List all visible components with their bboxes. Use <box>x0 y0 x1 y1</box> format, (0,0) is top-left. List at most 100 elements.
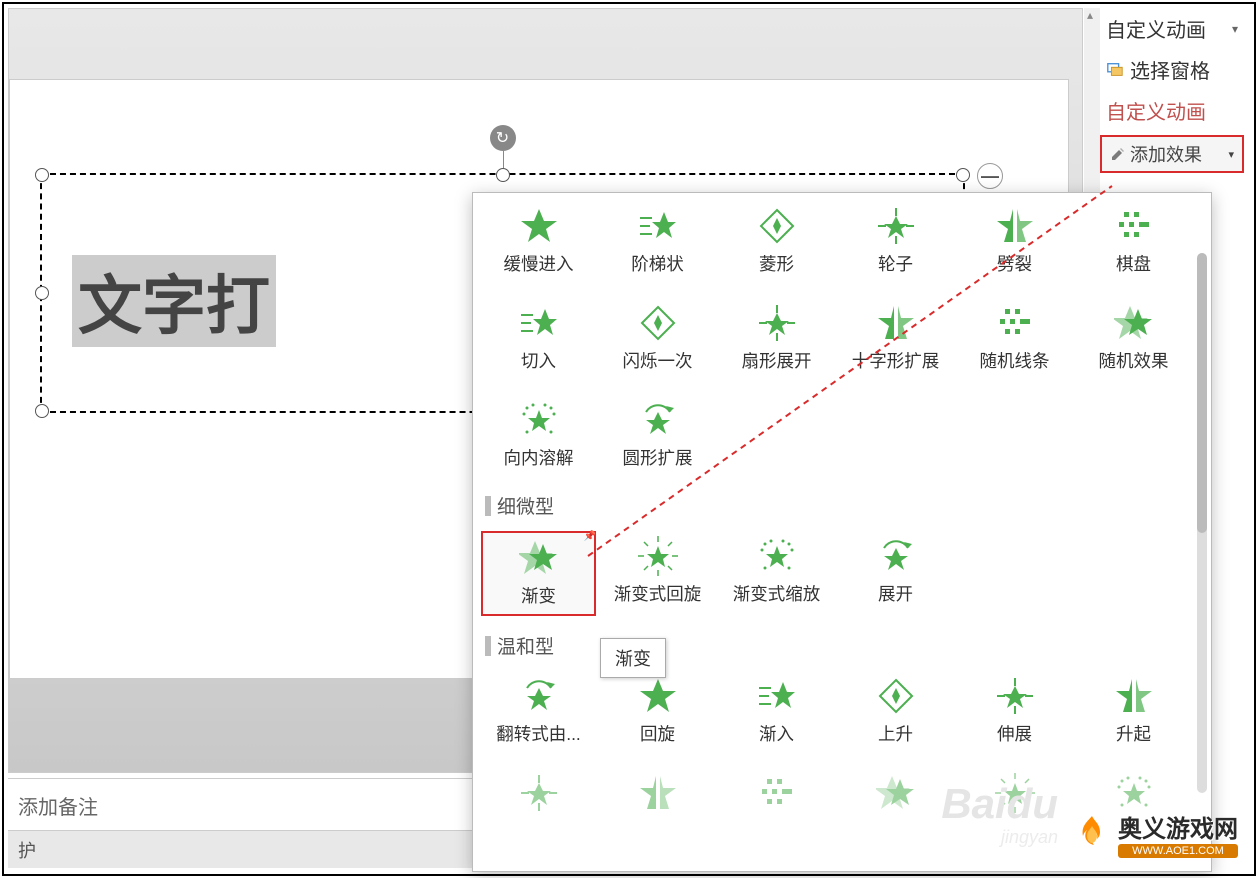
star-icon <box>517 304 561 342</box>
select-pane-button[interactable]: 选择窗格 <box>1098 49 1246 90</box>
effect-label: 伸展 <box>997 721 1032 746</box>
effect-item[interactable]: 渐变式缩放 <box>719 531 834 616</box>
effect-item[interactable] <box>957 768 1072 824</box>
star-icon <box>517 207 561 245</box>
star-icon <box>993 304 1037 342</box>
effect-item[interactable]: 渐入 <box>719 671 834 752</box>
effect-item[interactable]: 轮子 <box>838 201 953 282</box>
effect-label: 渐变式缩放 <box>733 581 821 606</box>
pin-icon: 📌 <box>584 531 596 542</box>
effect-item[interactable]: 伸展 <box>957 671 1072 752</box>
custom-animation-link[interactable]: 自定义动画 <box>1098 90 1246 131</box>
site-watermark: 奥义游戏网 WWW.AOE1.COM <box>1072 809 1238 858</box>
effect-item[interactable]: 升起 <box>1076 671 1191 752</box>
effect-label: 升起 <box>1116 721 1151 746</box>
effect-label: 随机线条 <box>980 348 1050 373</box>
effect-item[interactable] <box>838 768 953 824</box>
effect-item[interactable]: 缓慢进入 <box>481 201 596 282</box>
star-icon <box>755 774 799 812</box>
star-icon <box>993 774 1037 812</box>
slide-text-content[interactable]: 文字打 <box>72 255 276 347</box>
effect-item[interactable]: 渐变式回旋 <box>600 531 715 616</box>
star-icon <box>1112 304 1156 342</box>
effect-label: 展开 <box>878 581 913 606</box>
star-icon <box>1112 677 1156 715</box>
tooltip: 渐变 <box>600 638 666 678</box>
effect-item[interactable]: 菱形 <box>719 201 834 282</box>
effect-item[interactable]: 劈裂 <box>957 201 1072 282</box>
star-icon <box>874 304 918 342</box>
star-icon <box>636 677 680 715</box>
add-effect-label: 添加效果 <box>1130 141 1202 167</box>
effect-label: 回旋 <box>640 721 675 746</box>
effects-picker-panel: 缓慢进入阶梯状菱形轮子劈裂棋盘 切入闪烁一次扇形展开十字形扩展随机线条随机效果 … <box>472 192 1212 872</box>
effect-label: 翻转式由... <box>496 721 581 746</box>
resize-handle[interactable] <box>496 168 510 182</box>
effect-label: 渐变式回旋 <box>614 581 702 606</box>
section-label: 温和型 <box>497 632 554 659</box>
watermark-title: 奥义游戏网 <box>1118 809 1238 844</box>
effect-item[interactable]: 向内溶解 <box>481 395 596 476</box>
star-icon <box>517 401 561 439</box>
star-icon <box>636 774 680 812</box>
star-icon <box>874 537 918 575</box>
star-icon <box>755 207 799 245</box>
effect-item[interactable]: 翻转式由... <box>481 671 596 752</box>
effect-item[interactable] <box>481 768 596 824</box>
resize-handle[interactable] <box>35 286 49 300</box>
resize-handle[interactable] <box>35 168 49 182</box>
effects-scrollbar[interactable] <box>1197 253 1207 793</box>
effect-item[interactable]: 回旋 <box>600 671 715 752</box>
chevron-down-icon: ▾ <box>1228 148 1234 161</box>
section-label: 细微型 <box>497 492 554 519</box>
section-moderate: 温和型 <box>473 624 1211 663</box>
rotate-handle-icon[interactable]: ↻ <box>490 125 516 151</box>
effect-label: 阶梯状 <box>631 251 684 276</box>
collapse-button[interactable]: — <box>977 163 1003 189</box>
star-icon <box>874 207 918 245</box>
effect-label: 劈裂 <box>997 251 1032 276</box>
effect-label: 随机效果 <box>1099 348 1169 373</box>
effect-item[interactable] <box>600 768 715 824</box>
status-text: 护 <box>18 837 36 863</box>
star-icon <box>1112 207 1156 245</box>
chevron-down-icon: ▾ <box>1232 22 1238 36</box>
star-icon <box>874 677 918 715</box>
star-icon <box>636 304 680 342</box>
effect-label: 上升 <box>878 721 913 746</box>
effect-item[interactable]: 渐变📌 <box>481 531 596 616</box>
effect-item[interactable]: 展开 <box>838 531 953 616</box>
star-icon <box>755 304 799 342</box>
effect-item[interactable]: 圆形扩展 <box>600 395 715 476</box>
effect-label: 扇形展开 <box>742 348 812 373</box>
effect-item[interactable]: 随机效果 <box>1076 298 1191 379</box>
effect-label: 切入 <box>521 348 556 373</box>
star-icon <box>1112 774 1156 812</box>
effect-item[interactable] <box>719 768 834 824</box>
resize-handle[interactable] <box>956 168 970 182</box>
star-icon <box>755 537 799 575</box>
effect-item[interactable]: 扇形展开 <box>719 298 834 379</box>
pencil-icon <box>1110 146 1126 162</box>
effect-item[interactable]: 闪烁一次 <box>600 298 715 379</box>
animation-task-pane: 自定义动画 ▾ 选择窗格 自定义动画 添加效果 ▾ <box>1098 8 1246 177</box>
star-icon <box>517 539 561 577</box>
star-icon <box>993 207 1037 245</box>
effect-label: 菱形 <box>759 251 794 276</box>
effect-item[interactable]: 切入 <box>481 298 596 379</box>
effect-item[interactable]: 随机线条 <box>957 298 1072 379</box>
add-effect-button[interactable]: 添加效果 ▾ <box>1100 135 1244 173</box>
section-subtle: 细微型 <box>473 484 1211 523</box>
dropdown-label: 自定义动画 <box>1106 14 1206 43</box>
effect-item[interactable]: 十字形扩展 <box>838 298 953 379</box>
star-icon <box>636 401 680 439</box>
effect-item[interactable]: 棋盘 <box>1076 201 1191 282</box>
custom-animation-dropdown[interactable]: 自定义动画 ▾ <box>1098 8 1246 49</box>
effect-item[interactable]: 阶梯状 <box>600 201 715 282</box>
effect-label: 缓慢进入 <box>504 251 574 276</box>
star-icon <box>517 774 561 812</box>
effect-label: 渐入 <box>759 721 794 746</box>
effect-item[interactable]: 上升 <box>838 671 953 752</box>
resize-handle[interactable] <box>35 404 49 418</box>
star-icon <box>874 774 918 812</box>
